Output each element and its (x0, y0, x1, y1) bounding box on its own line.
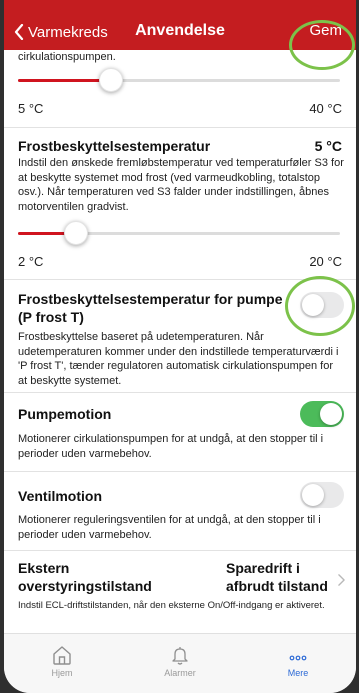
divider (4, 279, 356, 280)
external-override-row[interactable]: Ekstern overstyringstilstand Sparedrift … (4, 550, 356, 630)
toggle-knob (320, 403, 342, 425)
chevron-right-icon (338, 574, 345, 586)
external-override-title-line1: Ekstern (18, 560, 70, 576)
toggle-knob (302, 484, 324, 506)
back-button-label: Varmekreds (28, 23, 108, 41)
frost-temp-value: 5 °C (314, 138, 342, 154)
tab-bar: Hjem Alarmer Mere (4, 633, 356, 693)
toggle-knob (302, 294, 324, 316)
pump-motion-toggle[interactable] (300, 401, 344, 427)
slider-min-label: 2 °C (18, 254, 44, 269)
external-override-description: Indstil ECL-driftstilstanden, når den ek… (18, 600, 325, 611)
frost-pump-title: Frostbeskyttelsestemperatur for pumpe (P… (18, 291, 283, 325)
external-override-value-line2: afbrudt tilstand (226, 578, 328, 594)
valve-motion-description: Motionerer reguleringsventilen for at un… (18, 514, 321, 541)
pump-motion-description: Motionerer cirkulationspumpen for at und… (18, 433, 324, 460)
partial-description: cirkulationspumpen. (18, 51, 116, 63)
external-override-title-line2: overstyringstilstand (18, 578, 152, 594)
frost-pump-description: Frostbeskyttelse baseret på udetemperatu… (18, 331, 339, 387)
frost-temp-title: Frostbeskyttelsestemperatur (18, 138, 211, 154)
divider (4, 471, 356, 472)
save-button[interactable]: Gem (309, 22, 342, 39)
navigation-bar: Varmekreds Anvendelse Gem (4, 0, 356, 50)
frost-pump-toggle[interactable] (300, 292, 344, 318)
more-icon (289, 655, 307, 661)
home-icon (53, 646, 71, 665)
slider-min-label: 5 °C (18, 101, 44, 116)
external-override-value-line1: Sparedrift i (226, 560, 300, 576)
tab-label: Alarmer (164, 668, 196, 678)
tab-label: Mere (287, 668, 309, 678)
tab-alarms[interactable]: Alarmer (140, 644, 220, 678)
settings-list[interactable]: cirkulationspumpen. 5 °C 40 °C Frostbesk… (4, 50, 356, 633)
tab-more[interactable]: Mere (258, 644, 338, 678)
divider (4, 127, 356, 128)
flow-temp-slider[interactable] (18, 66, 340, 94)
slider-max-label: 20 °C (309, 254, 342, 269)
valve-motion-toggle[interactable] (300, 482, 344, 508)
slider-max-label: 40 °C (309, 101, 342, 116)
chevron-left-icon (14, 24, 24, 40)
valve-motion-title: Ventilmotion (18, 488, 102, 504)
frost-temp-slider[interactable] (18, 219, 340, 247)
slider-fill (18, 79, 111, 82)
slider-thumb[interactable] (64, 221, 88, 245)
tab-label: Hjem (51, 668, 73, 678)
phone-screen: Varmekreds Anvendelse Gem cirkulationspu… (4, 0, 356, 693)
tab-home[interactable]: Hjem (22, 644, 102, 678)
back-button[interactable]: Varmekreds (14, 22, 108, 42)
bell-icon (172, 647, 188, 665)
divider (4, 392, 356, 393)
frost-temp-description: Indstil den ønskede fremløbstemperatur v… (18, 157, 344, 213)
slider-thumb[interactable] (99, 68, 123, 92)
pump-motion-title: Pumpemotion (18, 406, 112, 422)
